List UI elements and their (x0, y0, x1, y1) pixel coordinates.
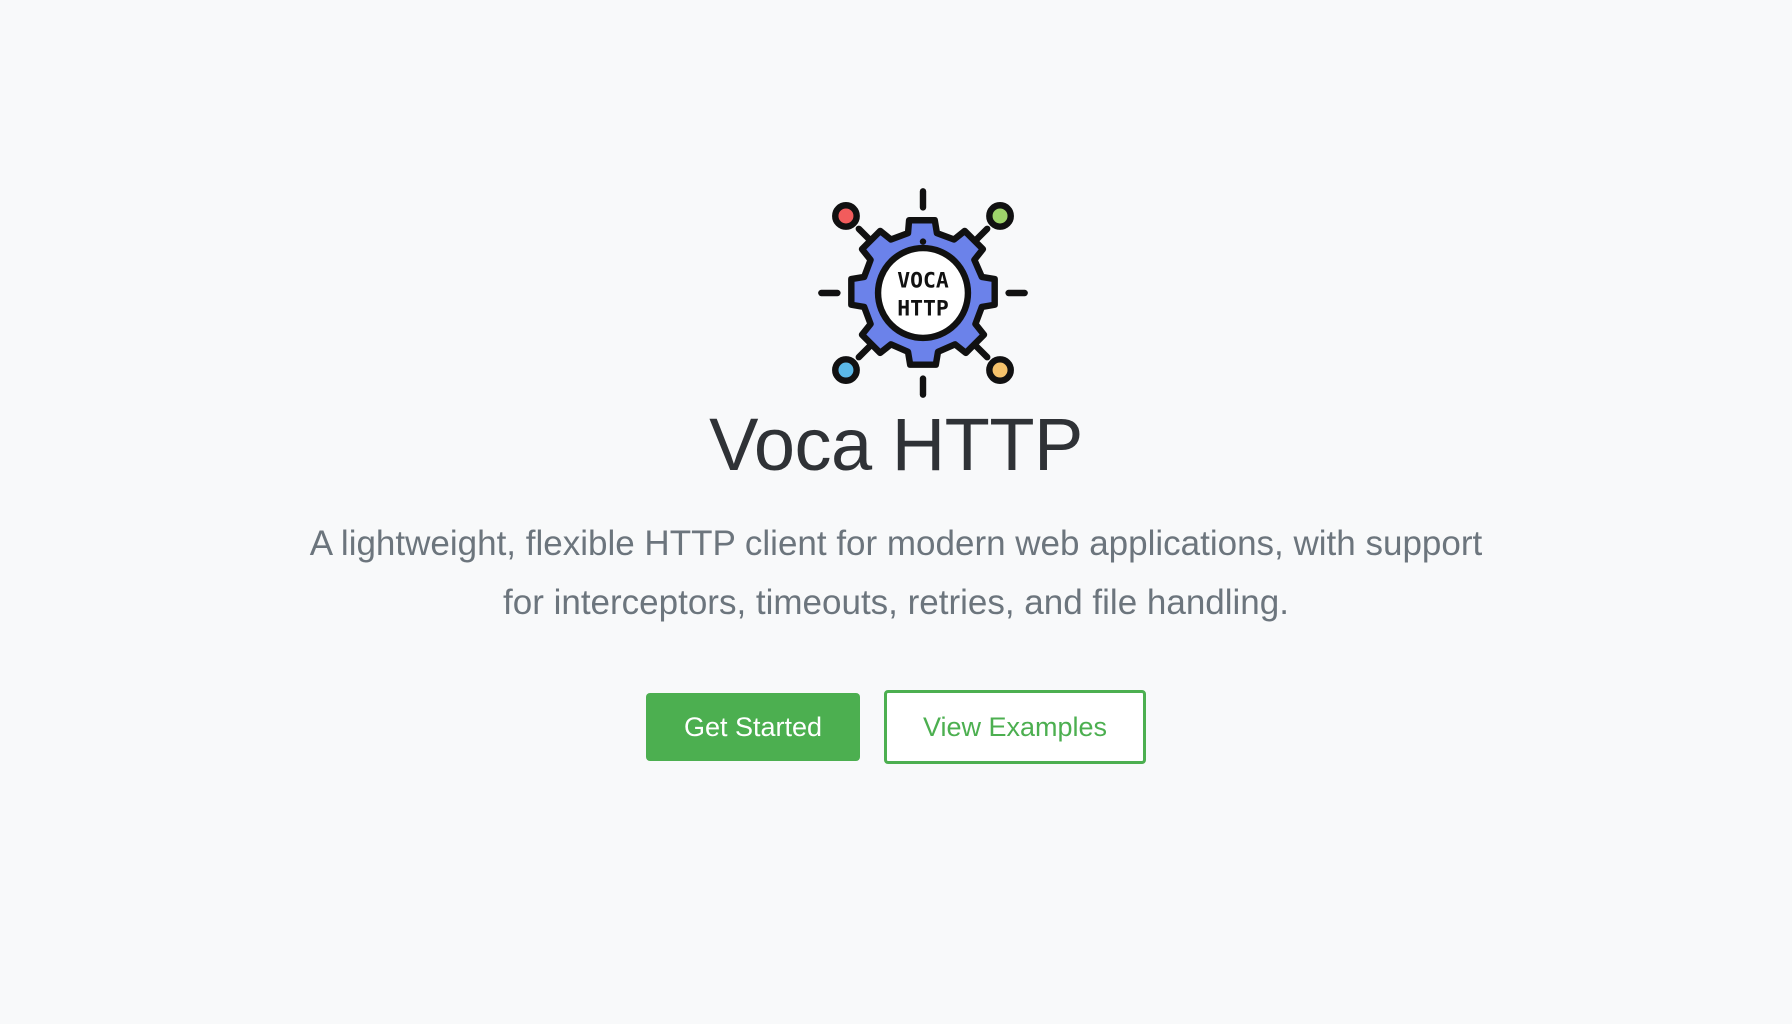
get-started-button[interactable]: Get Started (646, 693, 860, 761)
hero-actions: Get Started View Examples (0, 690, 1792, 764)
view-examples-button[interactable]: View Examples (884, 690, 1146, 764)
logo-text-line2: HTTP (897, 296, 949, 321)
gear-network-icon: VOCA HTTP (816, 186, 1030, 400)
tagline: A lightweight, flexible HTTP client for … (309, 524, 1483, 622)
page-title: Voca HTTP (709, 403, 1083, 486)
hero-section: VOCA HTTP Voca HTTP A lightweight, flexi… (0, 0, 1792, 1024)
logo-text-line1: VOCA (897, 269, 949, 294)
